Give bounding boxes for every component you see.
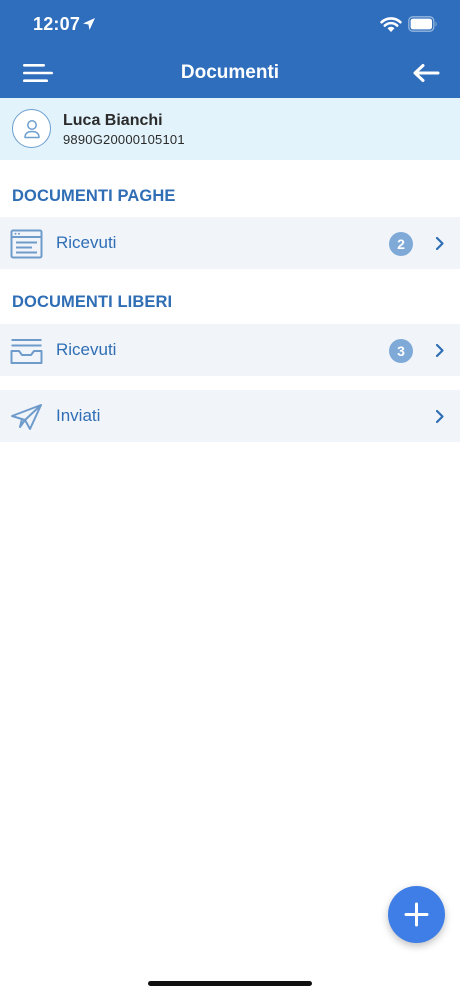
home-indicator[interactable] — [148, 981, 312, 986]
chevron-right-icon — [435, 236, 444, 251]
section-title-documenti-liberi: DOCUMENTI LIBERI — [12, 293, 173, 311]
user-name: Luca Bianchi — [63, 112, 163, 129]
row-liberi-ricevuti[interactable]: Ricevuti 3 — [0, 324, 460, 376]
inbox-tray-icon — [10, 339, 43, 364]
row-label: Ricevuti — [56, 233, 117, 252]
battery-icon — [408, 16, 437, 32]
document-list-icon — [10, 229, 43, 259]
page-title: Documenti — [180, 62, 280, 83]
paper-plane-icon — [11, 404, 42, 430]
app-header: 12:07 Documenti — [0, 0, 460, 98]
user-icon — [24, 120, 40, 139]
row-label: Inviati — [56, 406, 101, 425]
chevron-right-icon — [435, 409, 444, 424]
row-label: Ricevuti — [56, 340, 117, 359]
user-card[interactable]: Luca Bianchi 9890G20000105101 — [0, 98, 460, 160]
count-badge: 3 — [389, 339, 413, 363]
wifi-icon — [380, 17, 402, 32]
chevron-right-icon — [435, 343, 444, 358]
row-paghe-ricevuti[interactable]: Ricevuti 2 — [0, 217, 460, 269]
section-title-documenti-paghe: DOCUMENTI PAGHE — [12, 187, 176, 205]
plus-icon — [404, 902, 429, 927]
back-arrow-icon[interactable] — [412, 63, 440, 83]
status-bar: 12:07 — [0, 0, 460, 48]
avatar — [12, 109, 51, 148]
status-time: 12:07 — [33, 14, 81, 34]
count-badge: 2 — [389, 232, 413, 256]
add-document-button[interactable] — [388, 886, 445, 943]
row-liberi-inviati[interactable]: Inviati — [0, 390, 460, 442]
user-code: 9890G20000105101 — [63, 132, 185, 147]
location-arrow-icon — [83, 18, 95, 30]
